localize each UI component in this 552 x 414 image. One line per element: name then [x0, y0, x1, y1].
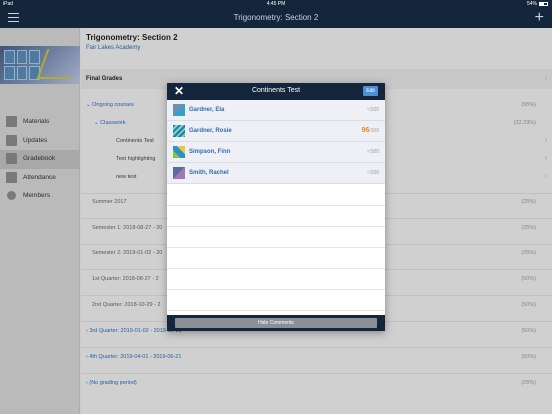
student-score[interactable]: 96/100 [361, 127, 379, 134]
score-max: /100 [369, 128, 379, 134]
student-score[interactable]: -/100 [367, 148, 379, 155]
student-score[interactable]: -/100 [367, 106, 379, 113]
student-row[interactable]: Simpson, Finn -/100 [167, 142, 385, 163]
student-name: Simpson, Finn [189, 149, 231, 155]
battery-percent: 54% [526, 1, 537, 7]
modal-header: ✕ Continents Test Edit [167, 83, 385, 100]
student-name: Gardner, Rosie [189, 128, 232, 134]
nav-title: Trigonometry: Section 2 [233, 13, 319, 22]
edit-button[interactable]: Edit [363, 86, 378, 96]
nav-bar: Trigonometry: Section 2 + [0, 8, 552, 28]
student-name: Gardner, Ela [189, 107, 225, 113]
status-bar: iPad 4:45 PM 54% [0, 0, 552, 8]
student-row[interactable]: Gardner, Rosie 96/100 [167, 121, 385, 142]
battery-indicator: 54% [527, 1, 548, 7]
score-max: /100 [369, 149, 379, 155]
student-score[interactable]: -/100 [367, 169, 379, 176]
score-max: /100 [369, 107, 379, 113]
student-list: Gardner, Ela -/100 Gardner, Rosie 96/100… [167, 100, 385, 184]
student-name: Smith, Rachel [189, 170, 229, 176]
hide-comments-button[interactable]: Hide Comments [175, 318, 377, 328]
student-row[interactable]: Smith, Rachel -/100 [167, 163, 385, 184]
modal-title: Continents Test [251, 87, 301, 94]
avatar [173, 146, 185, 158]
modal-footer: Hide Comments [167, 315, 385, 331]
avatar [173, 167, 185, 179]
score-max: /100 [369, 170, 379, 176]
avatar [173, 125, 185, 137]
student-row[interactable]: Gardner, Ela -/100 [167, 100, 385, 121]
avatar [173, 104, 185, 116]
battery-icon [539, 1, 548, 6]
add-icon[interactable]: + [535, 10, 544, 26]
clock: 4:45 PM [266, 1, 286, 7]
assignment-modal: ✕ Continents Test Edit Gardner, Ela -/10… [167, 83, 385, 331]
